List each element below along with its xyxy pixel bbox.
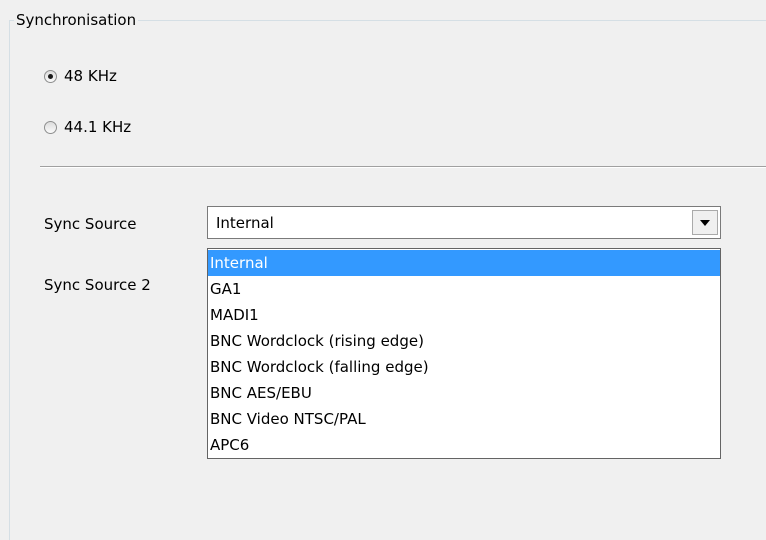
dropdown-item-bnc-aes-ebu[interactable]: BNC AES/EBU: [208, 380, 720, 406]
dropdown-item-bnc-wordclock-falling[interactable]: BNC Wordclock (falling edge): [208, 354, 720, 380]
radio-48khz-label: 48 KHz: [64, 67, 117, 85]
chevron-down-icon: [700, 219, 710, 226]
sync-source-label: Sync Source: [44, 215, 137, 233]
dropdown-item-madi1[interactable]: MADI1: [208, 302, 720, 328]
sync-source-dropdown-list[interactable]: Internal GA1 MADI1 BNC Wordclock (rising…: [207, 248, 721, 459]
dropdown-item-ga1[interactable]: GA1: [208, 276, 720, 302]
sync-source-2-label: Sync Source 2: [44, 276, 151, 294]
sync-source-value: Internal: [216, 214, 274, 232]
dropdown-item-apc6[interactable]: APC6: [208, 432, 720, 458]
dropdown-item-internal[interactable]: Internal: [208, 250, 720, 276]
radio-44-1khz-label: 44.1 KHz: [64, 118, 132, 136]
radio-unchecked-icon[interactable]: [44, 120, 57, 134]
radio-checked-icon[interactable]: [44, 69, 57, 83]
separator: [40, 166, 766, 168]
combo-dropdown-button[interactable]: [692, 210, 718, 235]
radio-44-1khz[interactable]: 44.1 KHz: [44, 118, 131, 136]
group-title: Synchronisation: [14, 11, 139, 29]
sync-source-combobox[interactable]: Internal: [207, 206, 721, 239]
dropdown-item-bnc-video-ntsc-pal[interactable]: BNC Video NTSC/PAL: [208, 406, 720, 432]
dropdown-item-bnc-wordclock-rising[interactable]: BNC Wordclock (rising edge): [208, 328, 720, 354]
radio-48khz[interactable]: 48 KHz: [44, 67, 117, 85]
